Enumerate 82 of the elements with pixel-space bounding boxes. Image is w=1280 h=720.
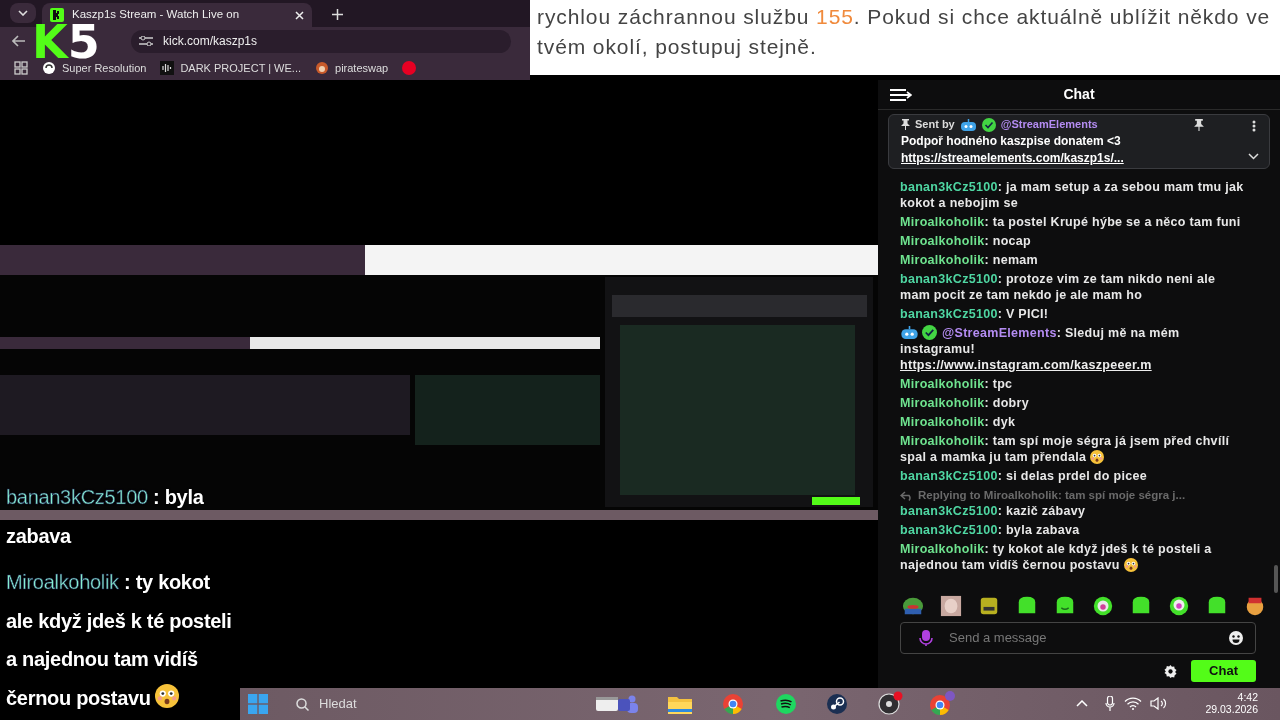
windows-start-icon[interactable] <box>248 694 268 714</box>
clock-time: 4:42 <box>1236 691 1258 703</box>
game-launcher-icon[interactable] <box>827 694 847 714</box>
verified-icon <box>922 325 937 340</box>
volume-icon[interactable] <box>1150 697 1168 710</box>
reply-preview: Replying to Miroalkoholik: tam spí moje ségra j... <box>900 487 1246 505</box>
chat-message: banan3kCz5100: si delas prdel do picee <box>900 468 1148 484</box>
emote-icon[interactable] <box>1092 595 1114 617</box>
bookmark[interactable]: pirateswap <box>315 59 389 77</box>
collapse-chat-icon[interactable] <box>890 87 912 102</box>
chat-message: Miroalkoholik: ta postel Krupé hýbe se a něco tam funi <box>900 214 1242 230</box>
chat-message: banan3kCz5100: protoze vim ze tam nikdo neni ale mam pocit ze tam nekdo je ale mam ho <box>900 271 1217 303</box>
site-settings-icon[interactable] <box>139 36 153 46</box>
verified-icon <box>981 117 996 132</box>
microphone-icon[interactable] <box>1105 696 1115 712</box>
music-app-icon[interactable] <box>776 694 796 714</box>
tab-title: Kaszp1s Stream - Watch Live on <box>72 7 241 23</box>
sent-by-label: Sent by <box>915 117 955 132</box>
chat-message: banan3kCz5100: kazič zábavy <box>900 503 1087 520</box>
close-icon[interactable] <box>295 10 304 20</box>
link[interactable]: https://www.instagram.com/kaszpeeer.m <box>900 357 1152 373</box>
chat-message: banan3kCz5100: byla zabava <box>900 522 1081 539</box>
emote-icon[interactable] <box>1244 595 1266 617</box>
notice-text: rychlou záchrannou službu 155. Pokud si chce aktuálně ublížit někdo ve tvém okolí, postupuj stejně. <box>530 0 1280 75</box>
clock-date: 29.03.2026 <box>1205 703 1258 715</box>
browser-icon[interactable] <box>723 694 743 714</box>
chat-send-button[interactable]: Chat <box>1191 660 1256 682</box>
tab-list-button[interactable] <box>10 3 36 23</box>
channel-logo: K5 <box>32 24 98 60</box>
browser-profile-icon[interactable] <box>928 691 956 715</box>
search-field[interactable]: Hledat <box>317 693 427 715</box>
message-field[interactable]: Send a message <box>947 627 1215 649</box>
chat-message: Miroalkoholik: ty kokot ale když jdeš k té posteli a najednou tam vidíš černou postavu <box>900 541 1213 574</box>
kick-icon <box>50 8 64 22</box>
emote-icon[interactable] <box>978 595 1000 617</box>
chat-message: Miroalkoholik: nemam <box>900 252 1039 268</box>
back-arrow-icon[interactable] <box>12 35 26 47</box>
message-input[interactable]: Send a message <box>900 622 1256 654</box>
people-icon[interactable] <box>617 694 639 714</box>
bookmark[interactable]: DARK PROJECT | WE... <box>160 59 301 77</box>
chat-message: @StreamElements: Sleduj mě na mém instagramu! https://www.instagram.com/kaszpeeer.m <box>900 325 1181 373</box>
emoji-icon[interactable] <box>1229 631 1243 645</box>
overlay-chat-message: Miroalkoholik : ty kokot ale když jdeš k té posteli a najednou tam vidíš černou postavu <box>6 570 233 711</box>
chat-message: Miroalkoholik: dobry <box>900 395 1030 411</box>
chat-message: banan3kCz5100: ja mam setup a za sebou mam tmu jak kokot a nebojim se <box>900 179 1245 211</box>
chat-message: Miroalkoholik: nocap <box>900 233 1032 249</box>
bookmark-icon <box>315 61 329 75</box>
apps-grid-icon[interactable] <box>14 61 28 75</box>
bot-icon <box>959 118 977 131</box>
bookmark[interactable]: Super Resolution <box>42 59 147 77</box>
wifi-icon[interactable] <box>1124 697 1142 710</box>
chevron-down-icon[interactable] <box>1248 153 1259 160</box>
chat-message: Miroalkoholik: dyk <box>900 414 1017 430</box>
username[interactable]: @StreamElements <box>1000 117 1098 132</box>
chevron-up-icon[interactable] <box>1076 700 1088 707</box>
url-text: kick.com/kaszp1s <box>163 33 258 50</box>
chat-title: Chat <box>1063 85 1096 104</box>
more-options-icon[interactable] <box>1251 120 1256 132</box>
emote-icon[interactable] <box>940 595 962 617</box>
overlay-chat-message: banan3kCz5100 : byla zabava <box>6 485 205 549</box>
pin-icon <box>901 119 910 130</box>
pin-icon[interactable] <box>1194 118 1204 131</box>
bookmark-icon <box>42 61 56 75</box>
pinned-text: Podpoř hodného kaszpise donatem <3 <box>901 134 1122 149</box>
address-bar[interactable]: kick.com/kaszp1s <box>131 29 511 53</box>
settings-icon[interactable] <box>1164 664 1178 678</box>
bookmark-icon <box>160 61 175 75</box>
search-icon <box>296 697 309 711</box>
link[interactable]: https://streamelements.com/kaszp1s/... <box>901 151 1124 166</box>
chevron-down-icon <box>18 10 28 16</box>
scrollbar-thumb[interactable] <box>1274 565 1278 593</box>
chat-message: banan3kCz5100: V PICI! <box>900 306 1050 322</box>
microphone-icon[interactable] <box>919 630 933 646</box>
folder-icon[interactable] <box>668 694 692 714</box>
chat-message: Miroalkoholik: tpc <box>900 376 1014 392</box>
bookmark-icon[interactable] <box>402 61 417 75</box>
new-tab-icon[interactable] <box>332 9 343 20</box>
emote-icon[interactable] <box>1168 595 1190 617</box>
reply-icon <box>900 490 914 501</box>
chat-message: Miroalkoholik: tam spí moje ségra já jsem před chvílí spal a mamka ju tam přendala <box>900 433 1231 465</box>
record-app-icon[interactable] <box>878 691 904 715</box>
bot-icon <box>900 326 919 339</box>
